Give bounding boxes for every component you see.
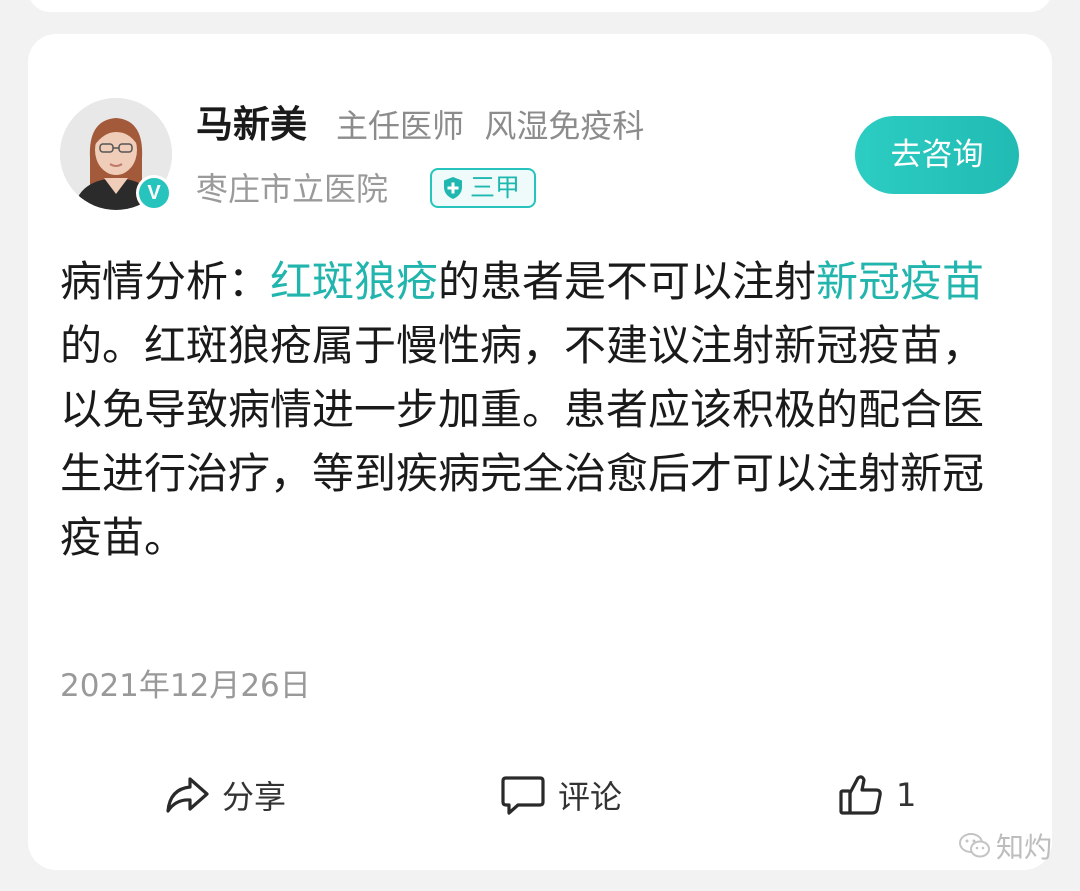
previous-card-edge <box>28 0 1052 12</box>
hospital-name[interactable]: 枣庄市立医院 <box>196 166 388 212</box>
post-date: 2021年12月26日 <box>60 668 311 704</box>
thumbs-up-icon <box>838 773 884 817</box>
doctor-title-department: 主任医师 风湿免疫科 <box>336 107 645 145</box>
consult-button[interactable]: 去咨询 <box>855 116 1019 194</box>
covid-vaccine-keyword-link[interactable]: 新冠疫苗 <box>816 257 984 306</box>
comment-button[interactable]: 评论 <box>500 768 622 822</box>
share-arrow-icon <box>164 775 210 815</box>
comment-label: 评论 <box>558 778 623 816</box>
analysis-prefix: 病情分析： <box>60 257 271 306</box>
hospital-grade-badge: 三甲 <box>430 168 537 208</box>
lupus-keyword-link[interactable]: 红斑狼疮 <box>270 257 438 306</box>
source-watermark: 知灼 <box>958 826 1052 866</box>
watermark-text: 知灼 <box>996 831 1053 864</box>
condition-analysis-text: 病情分析：红斑狼疮的患者是不可以注射新冠疫苗的。红斑狼疮属于慢性病，不建议注射新… <box>60 250 1010 570</box>
analysis-text: 的患者是不可以注射 <box>438 257 817 306</box>
wechat-icon <box>958 831 992 861</box>
verified-v-icon: V <box>136 175 172 211</box>
like-button[interactable]: 1 <box>838 768 916 822</box>
like-count: 1 <box>896 776 917 814</box>
shield-plus-icon <box>442 176 464 200</box>
share-label: 分享 <box>222 778 287 816</box>
doctor-name[interactable]: 马新美 <box>196 100 307 150</box>
grade-badge-label: 三甲 <box>470 173 521 202</box>
comment-bubble-icon <box>500 774 546 816</box>
analysis-text: 的。红斑狼疮属于慢性病，不建议注射新冠疫苗，以免导致病情进一步加重。患者应该积极… <box>60 321 985 562</box>
share-button[interactable]: 分享 <box>164 768 286 822</box>
